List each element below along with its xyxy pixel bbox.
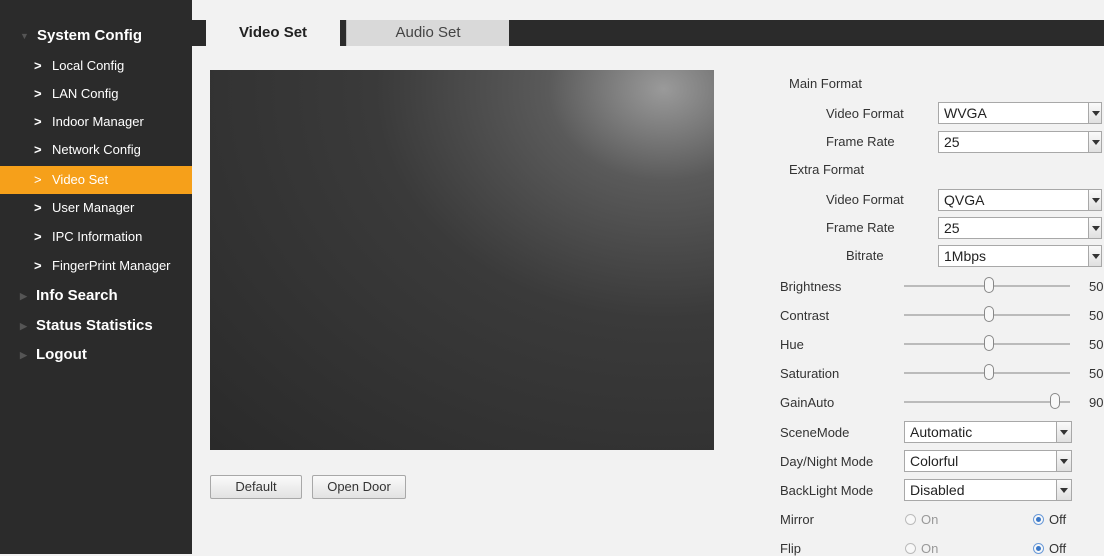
scene-mode-select[interactable]: Automatic xyxy=(904,421,1072,443)
chevron-right-icon: > xyxy=(34,58,42,73)
main-video-format-label: Video Format xyxy=(826,106,904,121)
main-frame-rate-label: Frame Rate xyxy=(826,134,895,149)
dropdown-arrow-icon xyxy=(1088,217,1102,239)
sidebar-system-config[interactable]: ▼ System Config xyxy=(0,22,192,50)
chevron-right-icon: > xyxy=(34,142,42,157)
brightness-label: Brightness xyxy=(780,279,842,294)
tab-video-set[interactable]: Video Set xyxy=(206,20,340,46)
main-video-format-select[interactable]: WVGA xyxy=(938,102,1102,124)
sidebar-logout[interactable]: ▶ Logout xyxy=(0,341,192,369)
hue-value: 50 xyxy=(1089,337,1104,352)
flip-off-radio[interactable] xyxy=(1033,543,1044,554)
bitrate-label: Bitrate xyxy=(846,248,884,263)
triangle-down-icon: ▼ xyxy=(20,31,29,41)
contrast-slider-thumb[interactable] xyxy=(984,306,994,322)
chevron-right-icon: > xyxy=(34,258,42,273)
dropdown-arrow-icon xyxy=(1088,245,1102,267)
extra-frame-rate-select[interactable]: 25 xyxy=(938,217,1102,239)
mirror-on-radio[interactable] xyxy=(905,514,916,525)
sidebar-item-video-set[interactable]: > Video Set xyxy=(0,166,192,194)
sidebar-item-indoor-manager[interactable]: > Indoor Manager xyxy=(0,108,192,136)
dropdown-arrow-icon xyxy=(1088,131,1102,153)
chevron-right-icon: > xyxy=(34,86,42,101)
chevron-right-icon: > xyxy=(34,172,42,187)
scene-mode-label: SceneMode xyxy=(780,425,850,440)
extra-frame-rate-label: Frame Rate xyxy=(826,220,895,235)
tab-audio-set[interactable]: Audio Set xyxy=(346,20,509,46)
mirror-off-label: Off xyxy=(1049,512,1067,527)
extra-video-format-select[interactable]: QVGA xyxy=(938,189,1102,211)
gain-value: 90 xyxy=(1089,395,1104,410)
bitrate-select[interactable]: 1Mbps xyxy=(938,245,1102,267)
sidebar-item-fingerprint-manager[interactable]: > FingerPrint Manager xyxy=(0,252,192,280)
dropdown-arrow-icon xyxy=(1088,189,1102,211)
gain-label: GainAuto xyxy=(780,395,835,410)
gain-slider[interactable] xyxy=(904,401,1070,403)
contrast-value: 50 xyxy=(1089,308,1104,323)
hue-slider-thumb[interactable] xyxy=(984,335,994,351)
day-night-mode-select[interactable]: Colorful xyxy=(904,450,1072,472)
mirror-label: Mirror xyxy=(780,512,814,527)
flip-on-radio[interactable] xyxy=(905,543,916,554)
dropdown-arrow-icon xyxy=(1088,102,1102,124)
dropdown-arrow-icon xyxy=(1056,421,1072,443)
brightness-slider-thumb[interactable] xyxy=(984,277,994,293)
chevron-right-icon: > xyxy=(34,200,42,215)
mirror-on-label: On xyxy=(921,512,939,527)
saturation-value: 50 xyxy=(1089,366,1104,381)
sidebar: ▼ System Config > Local Config > LAN Con… xyxy=(0,0,192,554)
chevron-right-icon: > xyxy=(34,229,42,244)
contrast-label: Contrast xyxy=(780,308,830,323)
brightness-value: 50 xyxy=(1089,279,1104,294)
sidebar-item-user-manager[interactable]: > User Manager xyxy=(0,194,192,222)
sidebar-item-local-config[interactable]: > Local Config xyxy=(0,52,192,80)
video-preview xyxy=(210,70,714,450)
sidebar-info-search[interactable]: ▶ Info Search xyxy=(0,282,192,310)
saturation-label: Saturation xyxy=(780,366,840,381)
triangle-right-icon: ▶ xyxy=(20,321,27,331)
extra-format-title: Extra Format xyxy=(789,162,865,177)
open-door-button[interactable]: Open Door xyxy=(312,475,406,499)
default-button[interactable]: Default xyxy=(210,475,302,499)
hue-label: Hue xyxy=(780,337,804,352)
extra-video-format-label: Video Format xyxy=(826,192,904,207)
backlight-mode-select[interactable]: Disabled xyxy=(904,479,1072,501)
chevron-right-icon: > xyxy=(34,114,42,129)
mirror-off-radio[interactable] xyxy=(1033,514,1044,525)
saturation-slider-thumb[interactable] xyxy=(984,364,994,380)
gain-slider-thumb[interactable] xyxy=(1050,393,1060,409)
main-format-title: Main Format xyxy=(789,76,862,91)
triangle-right-icon: ▶ xyxy=(20,291,27,301)
backlight-mode-label: BackLight Mode xyxy=(780,483,874,498)
sidebar-item-lan-config[interactable]: > LAN Config xyxy=(0,80,192,108)
sidebar-item-network-config[interactable]: > Network Config xyxy=(0,136,192,164)
main-frame-rate-select[interactable]: 25 xyxy=(938,131,1102,153)
dropdown-arrow-icon xyxy=(1056,450,1072,472)
day-night-mode-label: Day/Night Mode xyxy=(780,454,874,469)
dropdown-arrow-icon xyxy=(1056,479,1072,501)
triangle-right-icon: ▶ xyxy=(20,350,27,360)
sidebar-item-ipc-information[interactable]: > IPC Information xyxy=(0,223,192,251)
sidebar-status-statistics[interactable]: ▶ Status Statistics xyxy=(0,312,192,340)
